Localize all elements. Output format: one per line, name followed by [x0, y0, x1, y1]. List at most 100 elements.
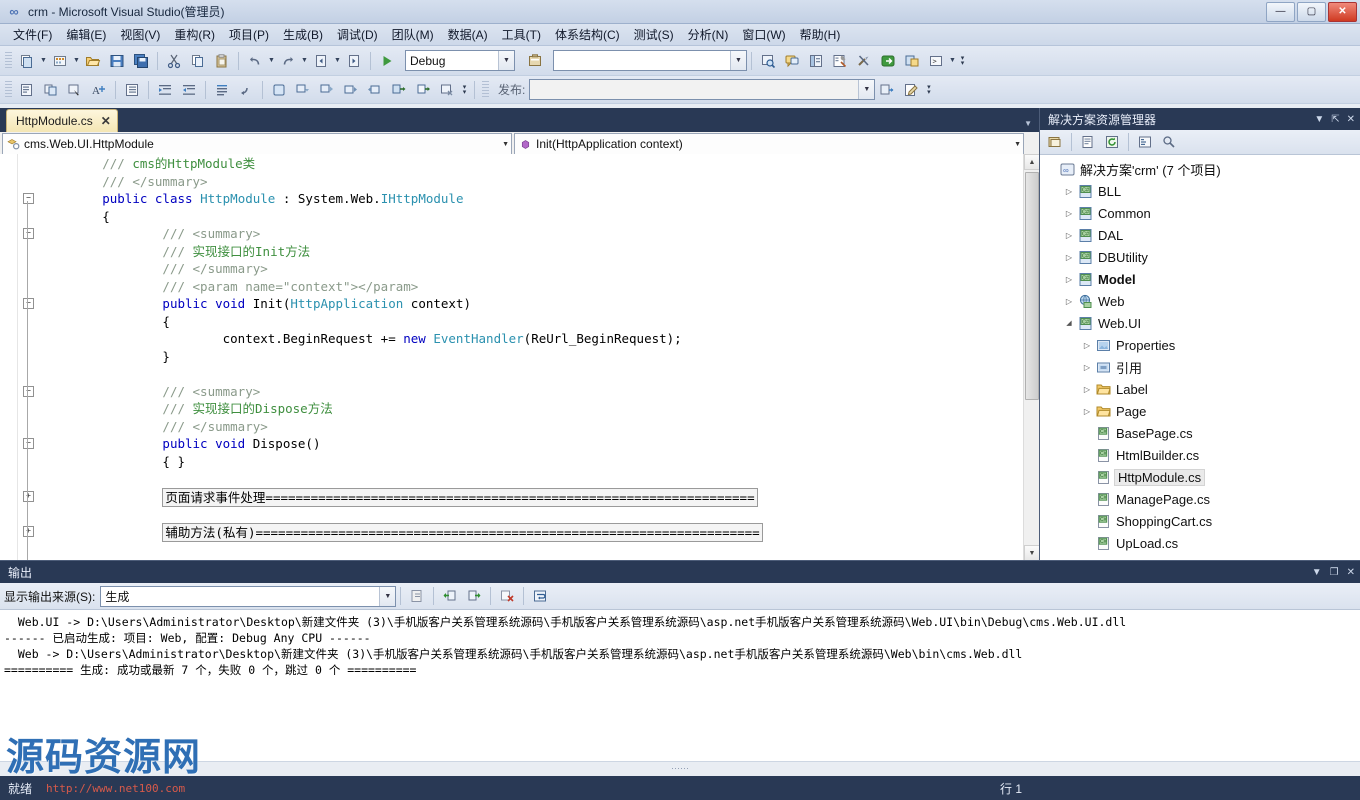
previous-bookmark-icon[interactable]	[315, 78, 339, 102]
toggle-word-wrap-icon[interactable]	[528, 584, 552, 608]
tree-node-dbutility[interactable]: ▷ C# DBUtility	[1040, 246, 1360, 268]
menu-refactor[interactable]: 重构(R)	[167, 24, 222, 45]
undo-dropdown-icon[interactable]: ▼	[267, 50, 276, 72]
minimize-button[interactable]: —	[1266, 2, 1295, 22]
collapsed-region[interactable]: 页面请求事件处理================================…	[162, 487, 758, 507]
tree-node-label[interactable]: ▷ Label	[1040, 378, 1360, 400]
splitter-grip[interactable]: ⋯⋯	[671, 763, 689, 774]
toolbar-grip[interactable]	[5, 51, 12, 70]
tree-node-shoppingcart-cs[interactable]: C# ShoppingCart.cs	[1040, 510, 1360, 532]
scroll-up-icon[interactable]: ▲	[1024, 154, 1040, 170]
menu-debug[interactable]: 调试(D)	[330, 24, 385, 45]
chevron-right-icon[interactable]: ▷	[1080, 341, 1094, 350]
tree-node-htmlbuilder-cs[interactable]: C# HtmlBuilder.cs	[1040, 444, 1360, 466]
redo-dropdown-icon[interactable]: ▼	[300, 50, 309, 72]
expand-region-icon[interactable]: +	[23, 525, 34, 537]
preview-changes-icon[interactable]	[39, 78, 63, 102]
solution-configuration-dropdown-icon[interactable]: ▼	[498, 51, 514, 70]
menu-edit[interactable]: 编辑(E)	[59, 24, 113, 45]
tree-node-properties[interactable]: ▷ Properties	[1040, 334, 1360, 356]
float-icon[interactable]: ❐	[1330, 567, 1339, 578]
display-tag-icon[interactable]	[15, 78, 39, 102]
type-navigation-dropdown-icon[interactable]: ▼	[502, 134, 509, 154]
scroll-down-icon[interactable]: ▼	[1024, 545, 1040, 561]
comment-tool-icon[interactable]	[780, 49, 804, 73]
solution-configuration-combo[interactable]: Debug ▼	[405, 50, 515, 71]
command-window-dropdown-icon[interactable]: ▼	[948, 50, 957, 72]
tree-node-managepage-cs[interactable]: C# ManagePage.cs	[1040, 488, 1360, 510]
chevron-right-icon[interactable]: ▷	[1062, 231, 1076, 240]
uncomment-selection-icon[interactable]	[234, 78, 258, 102]
solution-explorer-tree[interactable]: ∞ 解决方案'crm' (7 个项目) ▷ C# BLL ▷ C# Common ▷ C# DAL ▷…	[1040, 155, 1360, 561]
add-new-item-icon[interactable]	[48, 49, 72, 73]
clear-all-icon[interactable]	[495, 584, 519, 608]
bookmark-window-icon[interactable]	[267, 78, 291, 102]
find-message-icon[interactable]	[405, 584, 429, 608]
tree-node--[interactable]: ▷ 引用	[1040, 356, 1360, 378]
menu-data[interactable]: 数据(A)	[441, 24, 495, 45]
next-bookmark-icon[interactable]	[387, 78, 411, 102]
undo-icon[interactable]	[243, 49, 267, 73]
chevron-right-icon[interactable]: ▷	[1062, 253, 1076, 262]
tree-node-dal[interactable]: ▷ C# DAL	[1040, 224, 1360, 246]
publish-settings-icon[interactable]	[899, 78, 923, 102]
chevron-down-icon[interactable]: ▼	[1314, 114, 1324, 125]
start-debugging-icon[interactable]	[375, 49, 399, 73]
go-to-next-message-icon[interactable]	[462, 584, 486, 608]
toolbox-icon[interactable]	[523, 49, 547, 73]
editor-code-surface[interactable]: /// cms的HttpModule类 /// </summary> publi…	[38, 154, 1040, 561]
tab-list-dropdown-icon[interactable]: ▼	[1024, 119, 1032, 128]
code-editor[interactable]: − − − − − + + /// cms的HttpModule类 /// </summar…	[0, 154, 1040, 569]
collapsed-region[interactable]: 辅助方法(私有)================================…	[162, 522, 763, 542]
refresh-icon[interactable]	[1100, 130, 1124, 154]
tree-node-basepage-cs[interactable]: C# BasePage.cs	[1040, 422, 1360, 444]
chevron-right-icon[interactable]: ▷	[1080, 407, 1094, 416]
output-source-combo[interactable]: 生成 ▼	[100, 585, 397, 607]
publish-toolbar-grip[interactable]	[482, 80, 489, 99]
toolbar-overflow-icon[interactable]: ▾ ▾	[459, 79, 470, 101]
chevron-right-icon[interactable]: ▷	[1062, 209, 1076, 218]
publish-run-icon[interactable]	[875, 78, 899, 102]
menu-window[interactable]: 窗口(W)	[735, 24, 792, 45]
expand-region-icon[interactable]: +	[23, 490, 34, 502]
find-combo[interactable]: ▼	[553, 50, 747, 71]
tree-node-common[interactable]: ▷ C# Common	[1040, 202, 1360, 224]
tree-node-httpmodule-cs[interactable]: C# HttpModule.cs	[1040, 466, 1360, 488]
output-source-dropdown-icon[interactable]: ▼	[379, 586, 396, 606]
chevron-down-icon[interactable]: ▼	[1312, 567, 1322, 578]
indent-icon[interactable]	[153, 78, 177, 102]
tree-node-bll[interactable]: ▷ C# BLL	[1040, 180, 1360, 202]
chevron-right-icon[interactable]: ▷	[1080, 385, 1094, 394]
toggle-bookmark-icon[interactable]	[291, 78, 315, 102]
close-icon[interactable]: ✕	[101, 114, 111, 128]
close-icon[interactable]: ✕	[1347, 114, 1355, 125]
go-to-icon[interactable]	[876, 49, 900, 73]
publish-combo-dropdown-icon[interactable]: ▼	[858, 80, 875, 99]
tree-node-model[interactable]: ▷ C# Model	[1040, 268, 1360, 290]
navigate-backward-icon[interactable]	[309, 49, 333, 73]
menu-build[interactable]: 生成(B)	[276, 24, 330, 45]
member-navigation-dropdown-icon[interactable]: ▼	[1014, 134, 1021, 154]
chevron-right-icon[interactable]: ▷	[1062, 275, 1076, 284]
tools-options-icon[interactable]	[852, 49, 876, 73]
paste-icon[interactable]	[210, 49, 234, 73]
menu-analyze[interactable]: 分析(N)	[681, 24, 736, 45]
chevron-right-icon[interactable]: ▷	[1080, 363, 1094, 372]
menu-team[interactable]: 团队(M)	[385, 24, 441, 45]
cut-icon[interactable]	[162, 49, 186, 73]
menu-architecture[interactable]: 体系结构(C)	[548, 24, 627, 45]
menu-project[interactable]: 项目(P)	[222, 24, 276, 45]
new-project-dropdown-icon[interactable]: ▼	[39, 50, 48, 72]
show-all-files-icon[interactable]	[1076, 130, 1100, 154]
find-in-files-icon[interactable]	[756, 49, 780, 73]
collapse-region-icon[interactable]: −	[23, 438, 34, 449]
command-window-icon[interactable]: >	[924, 49, 948, 73]
collapse-region-icon[interactable]: −	[23, 298, 34, 309]
solution-explorer-icon[interactable]	[804, 49, 828, 73]
chevron-right-icon[interactable]: ▷	[1062, 187, 1076, 196]
open-file-icon[interactable]	[81, 49, 105, 73]
comment-selection-icon[interactable]	[210, 78, 234, 102]
collapse-region-icon[interactable]: −	[23, 385, 34, 397]
menu-tools[interactable]: 工具(T)	[495, 24, 548, 45]
find-combo-dropdown-icon[interactable]: ▼	[730, 51, 746, 70]
